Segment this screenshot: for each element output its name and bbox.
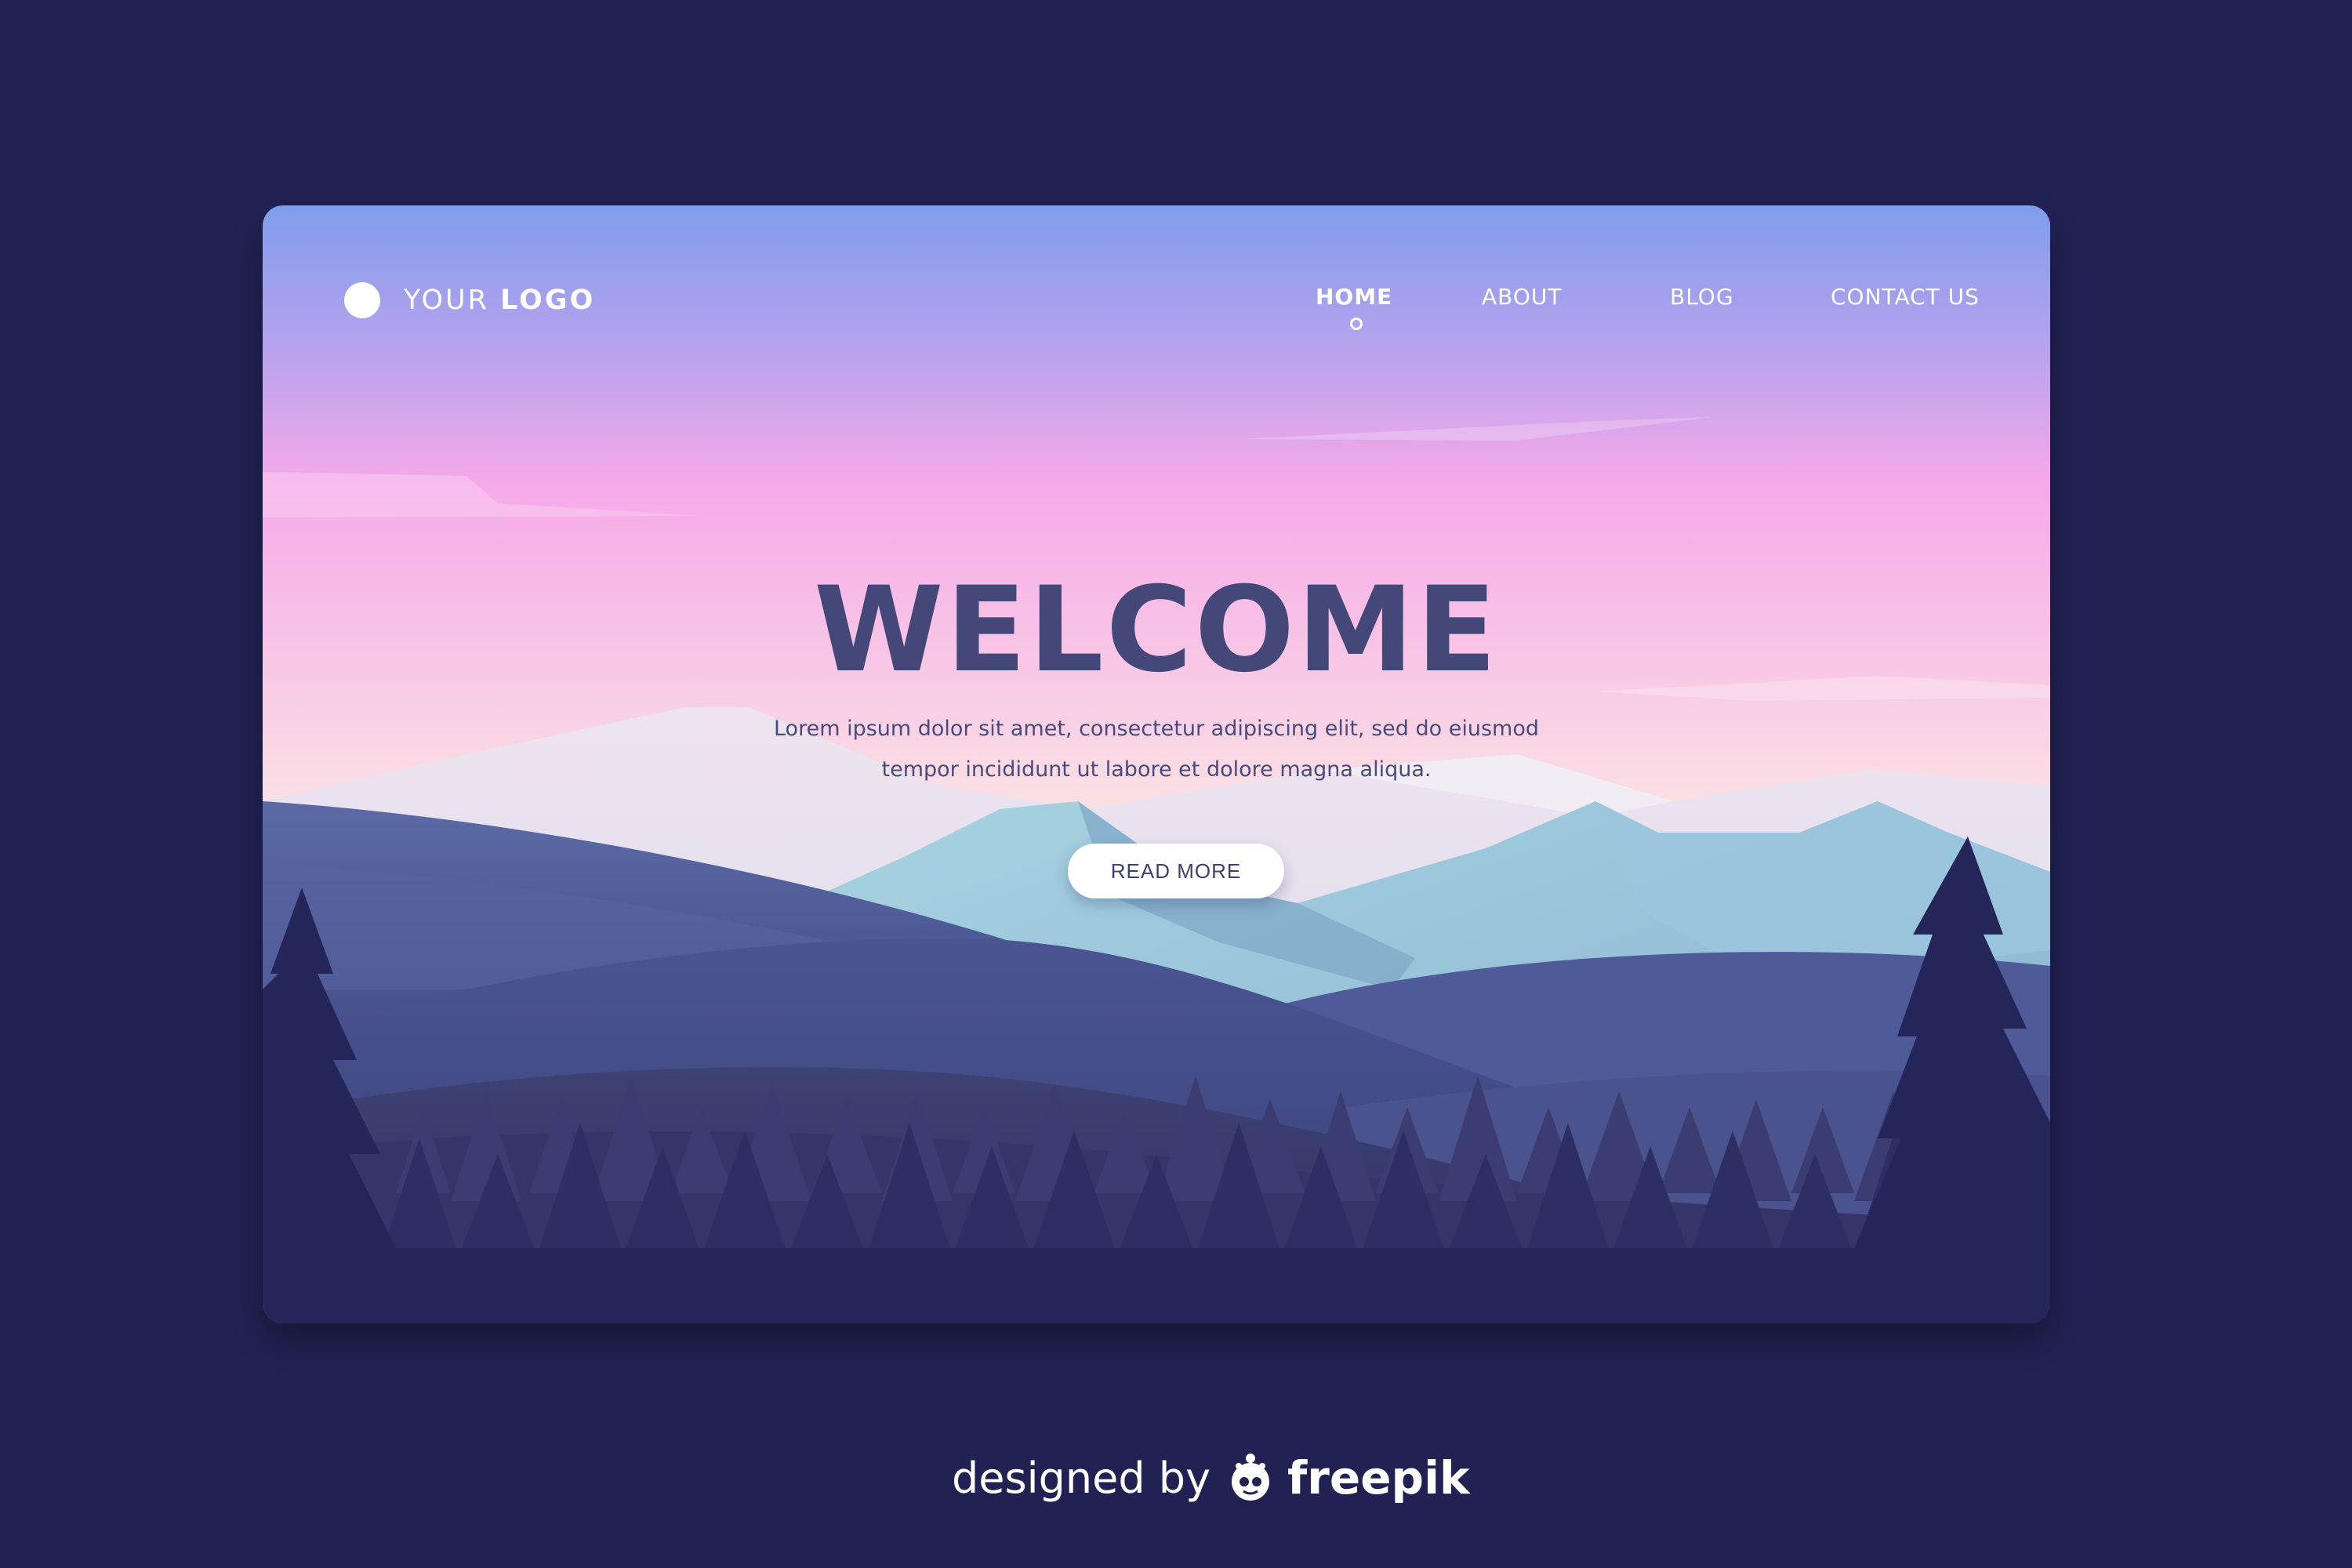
hero-description-line-1: Lorem ipsum dolor sit amet, consectetur … bbox=[773, 717, 1539, 741]
read-more-button[interactable]: READ MORE bbox=[1068, 844, 1284, 898]
main-nav: HOME ABOUT BLOG CONTACT US bbox=[263, 284, 2050, 347]
active-indicator-dot bbox=[1350, 318, 1363, 330]
credit-prefix: designed by bbox=[952, 1453, 1211, 1503]
landing-card: YOUR LOGO HOME ABOUT BLOG CONTACT US WEL… bbox=[263, 205, 2050, 1323]
nav-home[interactable]: HOME bbox=[1316, 284, 1392, 310]
hero-description-line-2: tempor incididunt ut labore et dolore ma… bbox=[881, 757, 1432, 782]
nav-contact-us[interactable]: CONTACT US bbox=[1831, 284, 1980, 310]
hero-description: Lorem ipsum dolor sit amet, consectetur … bbox=[725, 709, 1588, 790]
credit-brand: freepik bbox=[1287, 1451, 1470, 1504]
nav-about[interactable]: ABOUT bbox=[1482, 284, 1563, 310]
nav-blog[interactable]: BLOG bbox=[1670, 284, 1734, 310]
designer-credit[interactable]: designed by freepik bbox=[952, 1446, 1470, 1509]
hero-title: WELCOME bbox=[814, 562, 1499, 699]
freepik-mascot-icon bbox=[1232, 1454, 1270, 1501]
